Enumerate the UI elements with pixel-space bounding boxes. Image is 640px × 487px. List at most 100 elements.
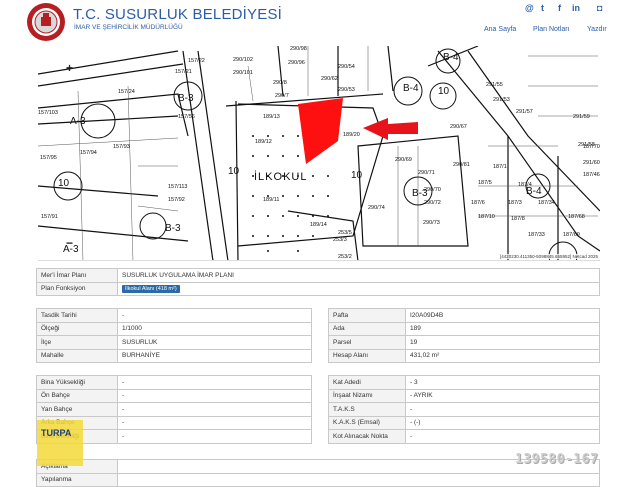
map-label: 187/8	[511, 216, 525, 222]
map-label: 290/67	[450, 124, 467, 130]
block-label: 10	[228, 166, 240, 177]
map-label: 290/98	[290, 46, 307, 52]
block-label: A-3	[70, 116, 86, 127]
table-row: K.A.K.S (Emsal) - (-)	[328, 415, 600, 430]
block-label: 10	[58, 178, 70, 189]
table-row: Plan Fonksiyon İlkokul Alanı (418 m²)	[36, 281, 600, 296]
row-key: İnşaat Nizamı	[328, 388, 406, 403]
row-value: I20A09D4B	[405, 308, 600, 323]
nav-home[interactable]: Ana Sayfa	[484, 26, 516, 33]
row-key: Ön Bahçe	[36, 388, 118, 403]
facebook-icon[interactable]: f	[558, 3, 561, 13]
right-info-table: Pafta I20A09D4B Ada 189 Parsel 19 Hesap Ala…	[328, 308, 600, 363]
map-canvas[interactable]: 157/22 157/21 157/24 157/103 157/93 157/…	[38, 46, 600, 261]
map-label: 189/12	[255, 139, 272, 145]
pointer-arrow	[363, 118, 418, 140]
map-label: 187/34	[538, 200, 555, 206]
map-label: 187/10	[478, 214, 495, 220]
map-credit: [4420230.411350-5098845.655952] Netcad 2…	[499, 254, 598, 259]
table-row: Kot Alınacak Nokta -	[328, 429, 600, 444]
table-row: Mer'i İmar Planı SUSURLUK UYGULAMA İMAR …	[36, 268, 600, 283]
table-row: Hesap Alanı 431,02 m²	[328, 348, 600, 363]
row-key: Mahalle	[36, 348, 118, 363]
school-label: İLKOKUL	[254, 170, 307, 183]
map-label: 187/3	[508, 200, 522, 206]
zoom-in-button[interactable]: +	[66, 61, 73, 75]
nav-print[interactable]: Yazdır	[587, 26, 607, 33]
building-right-table: Kat Adedi - 3 İnşaat Nizamı - AYRIK T.A.K.…	[328, 375, 600, 444]
map-label: 290/102	[233, 57, 253, 63]
site-subtitle: İMAR VE ŞEHİRCİLİK MÜDÜRLÜĞÜ	[74, 24, 183, 31]
map-label: 187/6	[471, 200, 485, 206]
map-label: 187/69	[563, 232, 580, 238]
map-label: 290/72	[424, 200, 441, 206]
site-title[interactable]: T.C. SUSURLUK BELEDİYESİ	[73, 6, 282, 23]
map-label: 291/59	[573, 114, 590, 120]
map-label: 290/62	[321, 76, 338, 82]
table-row: Bina Yüksekliği -	[36, 375, 312, 390]
map-label: 291/60	[583, 160, 600, 166]
map-label: 157/95	[40, 155, 57, 161]
table-row: Kat Adedi - 3	[328, 375, 600, 390]
header: T.C. SUSURLUK BELEDİYESİ İMAR VE ŞEHİRCİ…	[0, 0, 640, 46]
map-label: 157/21	[175, 69, 192, 75]
row-value: -	[405, 402, 600, 417]
plan-info-table: Mer'i İmar Planı SUSURLUK UYGULAMA İMAR …	[36, 268, 600, 296]
map-label: 290/8	[273, 80, 287, 86]
row-key: Yan Bahçe	[36, 402, 118, 417]
row-key: K.A.K.S (Emsal)	[328, 415, 406, 430]
map-label: 290/54	[338, 64, 355, 70]
map-label: 291/53	[493, 97, 510, 103]
linkedin-icon[interactable]: in	[572, 3, 580, 13]
row-value: - AYRIK	[405, 388, 600, 403]
nav-plan-notes[interactable]: Plan Notları	[533, 26, 570, 33]
row-value: -	[117, 402, 312, 417]
row-key: Bina Yüksekliği	[36, 375, 118, 390]
row-key: İlçe	[36, 335, 118, 350]
listing-watermark: 139580-167	[515, 452, 599, 467]
agency-stamp-text: TURPA	[41, 428, 72, 438]
block-label: 10	[351, 170, 363, 181]
block-label: 10	[438, 86, 450, 97]
map-label: 187/46	[583, 172, 600, 178]
map-label: 290/81	[453, 162, 470, 168]
zoom-out-button[interactable]: −	[66, 236, 73, 250]
agency-stamp	[37, 420, 83, 466]
row-key: Pafta	[328, 308, 406, 323]
row-value: 19	[405, 335, 600, 350]
block-label: B-3	[165, 223, 181, 234]
row-key: Parsel	[328, 335, 406, 350]
table-row: İlçe SUSURLUK	[36, 335, 312, 350]
map-label: 290/74	[368, 205, 385, 211]
row-value: - 3	[405, 375, 600, 390]
map-label: 157/113	[168, 184, 187, 190]
left-info-table: Tasdik Tarihi - Ölçeği 1/1000 İlçe SUSURLUK…	[36, 308, 312, 363]
row-value: BURHANİYE	[117, 348, 312, 363]
map-label: 157/91	[41, 214, 58, 220]
row-key: Kot Alınacak Nokta	[328, 429, 406, 444]
map-label: 157/24	[118, 89, 135, 95]
block-label: B-4	[443, 52, 459, 63]
table-row: Pafta I20A09D4B	[328, 308, 600, 323]
block-label: B-4	[526, 186, 542, 197]
row-value: -	[117, 375, 312, 390]
map-label: 291/57	[516, 109, 533, 115]
row-key: Tasdik Tarihi	[36, 308, 118, 323]
map-label: 189/13	[263, 114, 280, 120]
plan-function-cell: İlkokul Alanı (418 m²)	[117, 281, 600, 296]
row-value: 189	[405, 321, 600, 336]
table-row: Parsel 19	[328, 335, 600, 350]
plan-value: SUSURLUK UYGULAMA İMAR PLANI	[117, 268, 600, 283]
instagram-icon[interactable]: ◘	[597, 3, 602, 13]
map-label: 157/93	[113, 144, 130, 150]
email-icon[interactable]: @	[525, 3, 534, 13]
table-row: Tasdik Tarihi -	[36, 308, 312, 323]
table-row: Ölçeği 1/1000	[36, 321, 312, 336]
twitter-icon[interactable]: t	[541, 3, 544, 13]
plan-key: Plan Fonksiyon	[36, 281, 118, 296]
zoning-map[interactable]: 157/22 157/21 157/24 157/103 157/93 157/…	[38, 46, 600, 261]
map-label: 189/14	[310, 222, 327, 228]
map-label: 290/101	[233, 70, 253, 76]
table-row: Yan Bahçe -	[36, 402, 312, 417]
table-row: Ada 189	[328, 321, 600, 336]
